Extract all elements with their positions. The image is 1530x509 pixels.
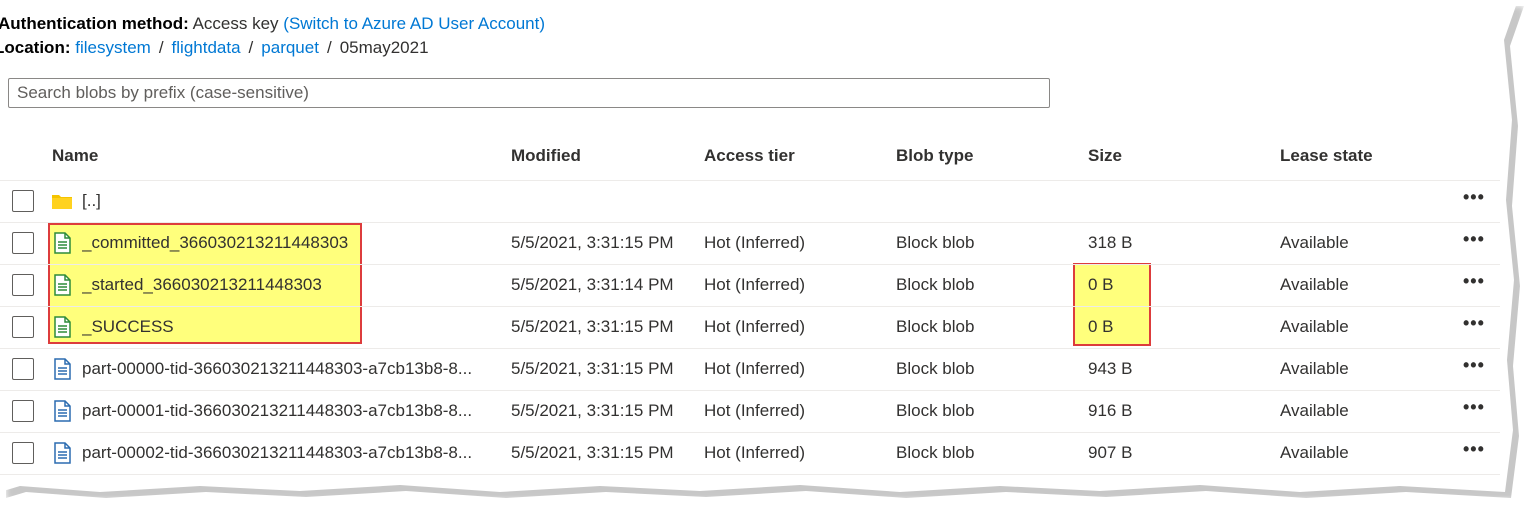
blob-name-link[interactable]: part-00001-tid-366030213211448303-a7cb13… (82, 401, 472, 421)
access-tier-cell: Hot (Inferred) (704, 401, 806, 420)
blob-name-link[interactable]: _SUCCESS (82, 317, 174, 337)
more-actions-button[interactable]: ••• (1463, 229, 1485, 250)
lease-state-cell: Available (1280, 443, 1349, 462)
access-tier-cell: Hot (Inferred) (704, 233, 806, 252)
row-checkbox[interactable] (12, 400, 34, 422)
blob-type-cell: Block blob (896, 317, 975, 336)
lease-state-cell: Available (1280, 275, 1349, 294)
more-actions-button[interactable]: ••• (1463, 397, 1485, 418)
column-header-name[interactable]: Name (52, 146, 98, 166)
switch-auth-link[interactable]: (Switch to Azure AD User Account) (283, 14, 545, 33)
more-actions-button[interactable]: ••• (1463, 271, 1485, 292)
access-tier-cell: Hot (Inferred) (704, 443, 806, 462)
blob-name-link[interactable]: part-00002-tid-366030213211448303-a7cb13… (82, 443, 472, 463)
file-green-icon (54, 316, 71, 338)
table-row-parent[interactable]: [..] ••• (0, 181, 1500, 223)
size-cell: 318 B (1088, 233, 1133, 252)
more-actions-button[interactable]: ••• (1463, 355, 1485, 376)
modified-cell: 5/5/2021, 3:31:15 PM (511, 359, 674, 378)
table-row[interactable]: part-00000-tid-366030213211448303-a7cb13… (0, 349, 1500, 391)
row-checkbox[interactable] (12, 190, 34, 212)
breadcrumb-current: 05may2021 (339, 38, 429, 57)
breadcrumb-filesystem[interactable]: filesystem (75, 38, 151, 57)
more-actions-button[interactable]: ••• (1463, 439, 1485, 460)
modified-cell: 5/5/2021, 3:31:15 PM (511, 317, 674, 336)
lease-state-cell: Available (1280, 401, 1349, 420)
auth-label: Authentication method: (0, 14, 189, 33)
file-blue-icon (54, 358, 71, 380)
auth-line: Authentication method: Access key (Switc… (0, 14, 545, 34)
access-tier-cell: Hot (Inferred) (704, 317, 806, 336)
column-header-blob-type[interactable]: Blob type (896, 146, 973, 166)
file-blue-icon (54, 442, 71, 464)
blob-type-cell: Block blob (896, 233, 975, 252)
breadcrumb-separator: / (158, 38, 164, 57)
table-row[interactable]: _started_366030213211448303 5/5/2021, 3:… (0, 265, 1500, 307)
lease-state-cell: Available (1280, 317, 1349, 336)
table-header: Name Modified Access tier Blob type Size… (0, 134, 1500, 181)
breadcrumb-flightdata[interactable]: flightdata (172, 38, 241, 57)
modified-cell: 5/5/2021, 3:31:14 PM (511, 275, 674, 294)
breadcrumb-parquet[interactable]: parquet (261, 38, 319, 57)
more-actions-button[interactable]: ••• (1463, 313, 1485, 334)
breadcrumb: Location: filesystem / flightdata / parquet /… (0, 38, 429, 58)
blob-name-link[interactable]: _started_366030213211448303 (82, 275, 322, 295)
column-header-size[interactable]: Size (1088, 146, 1122, 166)
blob-name-link[interactable]: part-00000-tid-366030213211448303-a7cb13… (82, 359, 472, 379)
access-tier-cell: Hot (Inferred) (704, 275, 806, 294)
file-green-icon (54, 232, 71, 254)
file-green-icon (54, 274, 71, 296)
row-checkbox[interactable] (12, 442, 34, 464)
table-row[interactable]: _committed_366030213211448303 5/5/2021, … (0, 223, 1500, 265)
blob-type-cell: Block blob (896, 275, 975, 294)
breadcrumb-separator: / (248, 38, 254, 57)
row-checkbox[interactable] (12, 274, 34, 296)
table-row[interactable]: _SUCCESS 5/5/2021, 3:31:15 PM Hot (Infer… (0, 307, 1500, 349)
size-cell: 943 B (1088, 359, 1133, 378)
access-tier-cell: Hot (Inferred) (704, 359, 806, 378)
row-checkbox[interactable] (12, 232, 34, 254)
table-row[interactable]: part-00002-tid-366030213211448303-a7cb13… (0, 433, 1500, 475)
lease-state-cell: Available (1280, 359, 1349, 378)
file-blue-icon (54, 400, 71, 422)
row-checkbox[interactable] (12, 358, 34, 380)
modified-cell: 5/5/2021, 3:31:15 PM (511, 233, 674, 252)
size-cell: 907 B (1088, 443, 1133, 462)
blob-name-link[interactable]: _committed_366030213211448303 (82, 233, 348, 253)
folder-icon (52, 195, 72, 209)
column-header-modified[interactable]: Modified (511, 146, 581, 166)
column-header-access-tier[interactable]: Access tier (704, 146, 795, 166)
blob-type-cell: Block blob (896, 359, 975, 378)
more-actions-button[interactable]: ••• (1463, 187, 1485, 208)
size-cell: 916 B (1088, 401, 1133, 420)
blob-table: Name Modified Access tier Blob type Size… (0, 134, 1500, 475)
modified-cell: 5/5/2021, 3:31:15 PM (511, 401, 674, 420)
blob-type-cell: Block blob (896, 401, 975, 420)
table-row[interactable]: part-00001-tid-366030213211448303-a7cb13… (0, 391, 1500, 433)
blob-type-cell: Block blob (896, 443, 975, 462)
parent-folder-link[interactable]: [..] (82, 191, 101, 211)
modified-cell: 5/5/2021, 3:31:15 PM (511, 443, 674, 462)
lease-state-cell: Available (1280, 233, 1349, 252)
auth-value: Access key (192, 14, 279, 33)
size-cell: 0 B (1088, 275, 1114, 294)
search-input[interactable] (8, 78, 1050, 108)
row-checkbox[interactable] (12, 316, 34, 338)
blob-browser: Authentication method: Access key (Switc… (0, 0, 1518, 492)
column-header-lease-state[interactable]: Lease state (1280, 146, 1373, 166)
size-cell: 0 B (1088, 317, 1114, 336)
breadcrumb-separator: / (326, 38, 332, 57)
location-label: Location: (0, 38, 71, 57)
